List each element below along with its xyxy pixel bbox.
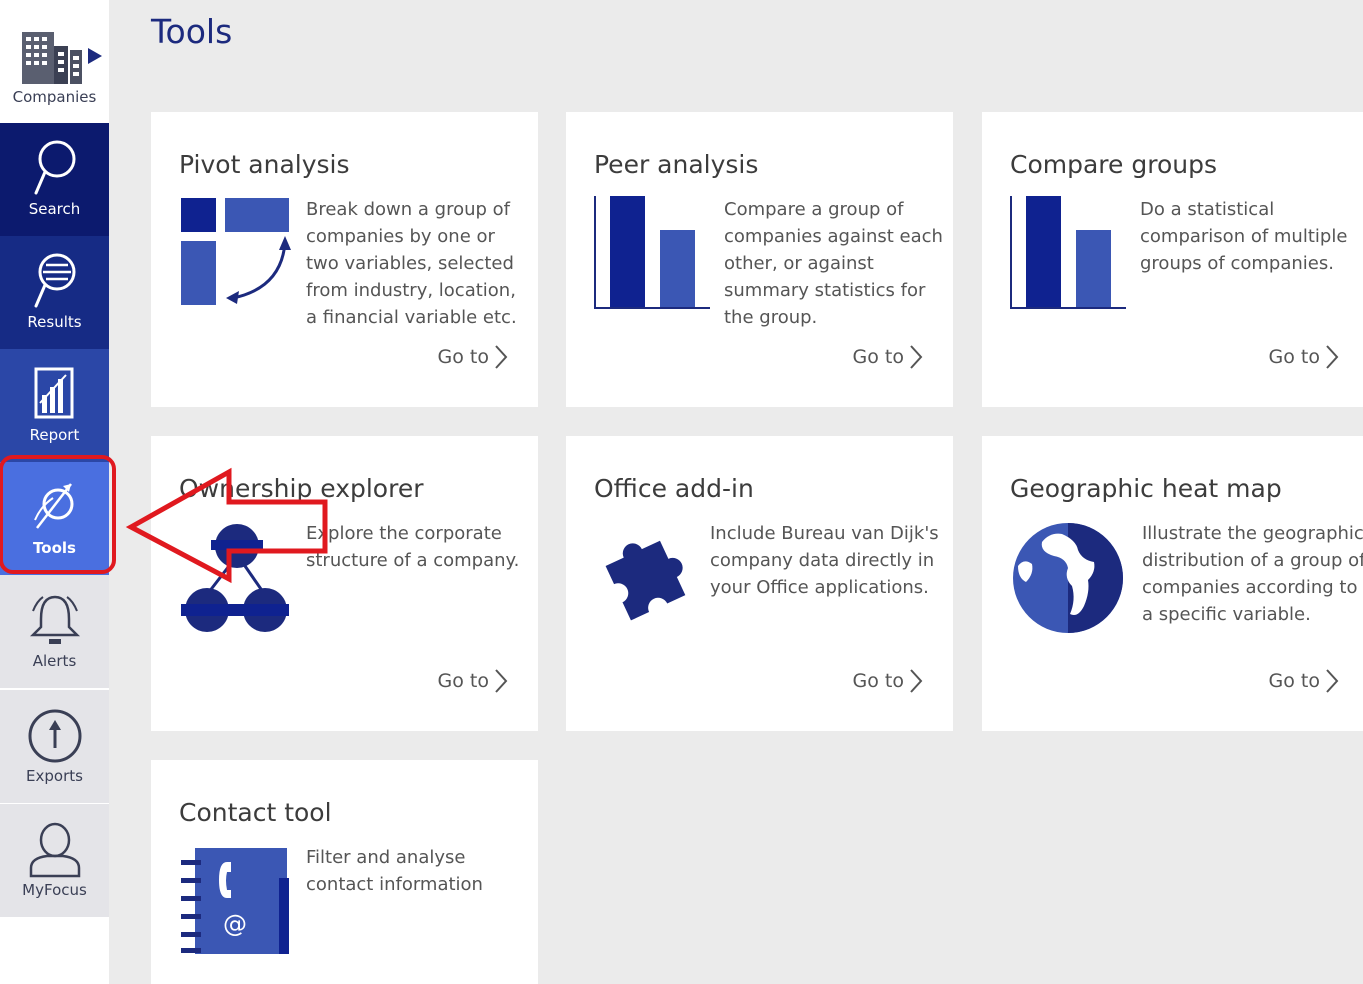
tool-card-geographic-heat-map: Geographic heat map Illustrate the geogr… xyxy=(982,436,1363,731)
card-title: Pivot analysis xyxy=(179,150,350,179)
chevron-right-icon xyxy=(495,669,508,693)
bar-chart-icon xyxy=(1010,196,1126,309)
card-title: Office add-in xyxy=(594,474,754,503)
goto-link-ownership-explorer[interactable]: Go to xyxy=(438,668,508,694)
card-title: Ownership explorer xyxy=(179,474,424,503)
card-description: Break down a group of companies by one o… xyxy=(306,199,517,328)
goto-label: Go to xyxy=(1268,670,1320,692)
card-description: Compare a group of companies against eac… xyxy=(724,199,943,328)
globe-icon xyxy=(1013,523,1123,633)
tool-card-office-add-in: Office add-in Include Bureau van Dijk's … xyxy=(566,436,953,731)
card-description: Filter and analyse contact information xyxy=(306,847,483,895)
address-book-icon: @ xyxy=(181,848,289,954)
card-title: Contact tool xyxy=(179,798,332,827)
tool-card-compare-groups: Compare groups Do a statistical comparis… xyxy=(982,112,1363,407)
sidebar-item-label: Exports xyxy=(26,767,83,785)
chevron-right-icon xyxy=(910,669,923,693)
sidebar-item-label: Results xyxy=(27,313,82,331)
chevron-right-icon xyxy=(1326,669,1339,693)
sidebar-item-label: Search xyxy=(28,200,81,218)
tool-card-pivot-analysis: Pivot analysis Break down a group of com… xyxy=(151,112,538,407)
building-icon xyxy=(22,32,102,84)
card-title: Compare groups xyxy=(1010,150,1217,179)
sidebar-item-alerts[interactable]: Alerts xyxy=(0,575,109,688)
card-title: Geographic heat map xyxy=(1010,474,1282,503)
puzzle-icon xyxy=(605,540,686,621)
chevron-right-icon xyxy=(1326,345,1339,369)
results-icon xyxy=(0,250,109,312)
pivot-icon xyxy=(181,198,291,305)
page-title: Tools xyxy=(151,12,233,51)
bell-icon xyxy=(0,589,109,651)
chevron-right-icon xyxy=(910,345,923,369)
goto-link-pivot-analysis[interactable]: Go to xyxy=(438,344,508,370)
sidebar: Companies Search Results Report Tools Al… xyxy=(0,0,109,984)
sidebar-item-label: Report xyxy=(29,426,80,444)
upload-icon xyxy=(0,704,109,766)
sidebar-item-myfocus[interactable]: MyFocus xyxy=(0,803,109,917)
tool-card-ownership-explorer: Ownership explorer Explore the corporate… xyxy=(151,436,538,731)
goto-label: Go to xyxy=(437,670,489,692)
goto-label: Go to xyxy=(852,670,904,692)
sidebar-item-label: Alerts xyxy=(32,652,77,670)
tools-icon xyxy=(0,476,109,538)
sidebar-item-results[interactable]: Results xyxy=(0,236,109,349)
svg-text:@: @ xyxy=(223,910,247,938)
card-description: Illustrate the geographic distribution o… xyxy=(1142,523,1363,625)
user-icon xyxy=(0,818,109,880)
sidebar-item-search[interactable]: Search xyxy=(0,123,109,236)
sidebar-item-tools[interactable]: Tools xyxy=(0,462,109,575)
goto-label: Go to xyxy=(437,346,489,368)
report-icon xyxy=(0,363,109,425)
goto-link-peer-analysis[interactable]: Go to xyxy=(853,344,923,370)
goto-link-office-add-in[interactable]: Go to xyxy=(853,668,923,694)
tool-card-peer-analysis: Peer analysis Compare a group of compani… xyxy=(566,112,953,407)
card-description: Do a statistical comparison of multiple … xyxy=(1140,199,1348,274)
goto-label: Go to xyxy=(852,346,904,368)
chevron-right-icon xyxy=(495,345,508,369)
sidebar-brand-label: Companies xyxy=(12,88,97,106)
card-description: Include Bureau van Dijk's company data d… xyxy=(710,523,939,598)
sidebar-item-label: Tools xyxy=(33,539,76,557)
tool-card-contact-tool: Contact tool @ Filter and analyse contac… xyxy=(151,760,538,984)
card-title: Peer analysis xyxy=(594,150,759,179)
goto-link-compare-groups[interactable]: Go to xyxy=(1269,344,1339,370)
goto-label: Go to xyxy=(1268,346,1320,368)
org-tree-icon xyxy=(181,524,289,632)
bar-chart-icon xyxy=(594,196,710,309)
sidebar-brand-companies[interactable]: Companies xyxy=(0,0,109,122)
goto-link-geographic-heat-map[interactable]: Go to xyxy=(1269,668,1339,694)
sidebar-item-exports[interactable]: Exports xyxy=(0,689,109,803)
search-icon xyxy=(0,137,109,199)
sidebar-item-label: MyFocus xyxy=(22,881,87,899)
sidebar-item-report[interactable]: Report xyxy=(0,349,109,462)
card-description: Explore the corporate structure of a com… xyxy=(306,523,520,571)
